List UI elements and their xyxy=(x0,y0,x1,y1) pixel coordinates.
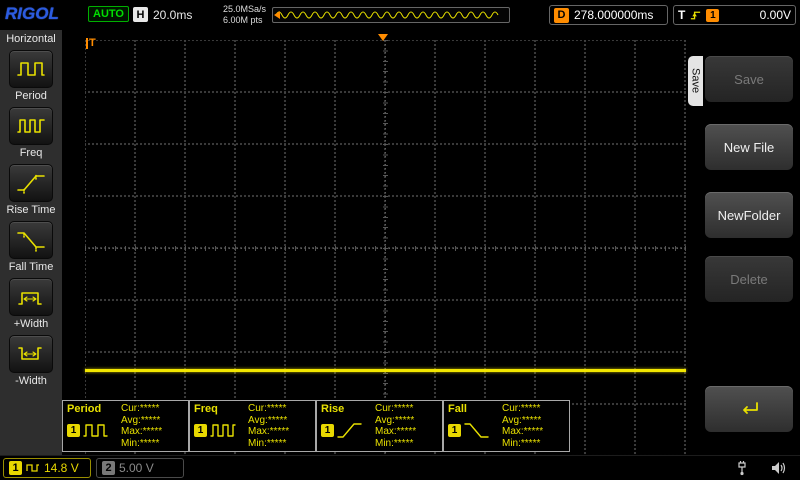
speaker-icon xyxy=(772,462,786,474)
measurement-cur: Cur:***** xyxy=(502,403,541,414)
measurement-avg: Avg:***** xyxy=(121,414,161,426)
preview-wave-icon xyxy=(275,11,499,19)
channel2-badge: 2 xyxy=(102,461,115,475)
measurement-min: Min:***** xyxy=(248,437,287,449)
measurement-name: Freq xyxy=(194,403,218,415)
measurement-rise: Rise 1 Cur:***** Avg:***** Max:***** Min… xyxy=(316,400,443,452)
delay-readout: D 278.000000ms xyxy=(549,5,668,25)
return-button[interactable] xyxy=(705,386,793,432)
horizontal-scale-readout: H 20.0ms xyxy=(133,7,192,22)
channel1-wave-icon xyxy=(26,464,39,472)
measurement-period: Period 1 Cur:***** Avg:***** Max:***** M… xyxy=(62,400,189,452)
rigol-logo: RIGOL xyxy=(5,4,59,23)
channel1-badge: 1 xyxy=(9,461,22,475)
trigger-label: T xyxy=(678,8,686,22)
plus-width-icon xyxy=(18,292,42,305)
sidebar-item-plus-width[interactable]: +Width xyxy=(0,278,62,330)
measurement-panel: Period 1 Cur:***** Avg:***** Max:***** M… xyxy=(62,400,572,452)
usb-icon xyxy=(738,461,746,476)
top-bar: RIGOL AUTO H 20.0ms 25.0MSa/s 6.00M pts … xyxy=(0,0,800,30)
measurement-avg: Avg:***** xyxy=(502,414,542,426)
oscilloscope-screen: RIGOL AUTO H 20.0ms 25.0MSa/s 6.00M pts … xyxy=(0,0,800,480)
return-icon xyxy=(743,402,758,414)
measurement-max: Max:***** xyxy=(121,426,163,437)
horizontal-scale-value: 20.0ms xyxy=(153,7,193,22)
d-badge: D xyxy=(554,7,569,23)
sidebar-item-freq[interactable]: Freq xyxy=(0,107,62,159)
period-icon xyxy=(17,62,45,76)
fall-time-icon xyxy=(17,232,45,252)
measurement-max: Max:***** xyxy=(248,426,290,437)
sidebar-item-label: -Width xyxy=(15,375,47,387)
measurement-max: Max:***** xyxy=(502,426,544,437)
rise-time-icon xyxy=(17,174,45,194)
channel1-status[interactable]: 1 14.8 V xyxy=(3,458,91,478)
trigger-readout: T 1 0.00V xyxy=(673,5,796,25)
measurement-cur: Cur:***** xyxy=(248,403,287,414)
delete-button[interactable]: Delete xyxy=(705,256,793,302)
channel2-status[interactable]: 2 5.00 V xyxy=(96,458,184,478)
display-area: T Period 1 Cur:***** Avg:***** Max:*****… xyxy=(62,30,688,457)
sidebar-item-fall-time[interactable]: Fall Time xyxy=(0,221,62,273)
bottom-bar: 1 14.8 V 2 5.00 V xyxy=(0,455,800,480)
sidebar-item-label: Rise Time xyxy=(6,204,56,216)
measurement-min: Min:***** xyxy=(502,437,541,449)
left-sidebar: Horizontal Period Freq Rise Time Fall Ti… xyxy=(0,30,62,455)
save-button[interactable]: Save xyxy=(705,56,793,102)
channel1-scale: 14.8 V xyxy=(44,461,79,475)
acquisition-info: 25.0MSa/s 6.00M pts xyxy=(223,4,266,26)
freq-icon xyxy=(17,119,45,133)
preview-position-marker xyxy=(274,11,280,19)
new-folder-button[interactable]: NewFolder xyxy=(705,192,793,238)
new-file-button[interactable]: New File xyxy=(705,124,793,170)
sidebar-title: Horizontal xyxy=(6,33,56,45)
sidebar-item-label: Freq xyxy=(19,147,43,159)
channel-1-badge: 1 xyxy=(194,423,207,437)
waveform-preview[interactable] xyxy=(272,7,510,23)
sidebar-item-label: Period xyxy=(15,90,47,102)
channel1-trace xyxy=(85,369,686,372)
measurement-cur: Cur:***** xyxy=(121,403,160,414)
channel-1-badge: 1 xyxy=(448,423,461,437)
trigger-source-badge: 1 xyxy=(706,8,720,22)
channel2-scale: 5.00 V xyxy=(119,461,154,475)
sidebar-item-period[interactable]: Period xyxy=(0,50,62,102)
measurement-name: Rise xyxy=(321,403,345,415)
trigger-slope-icon xyxy=(691,11,701,20)
delay-value: 278.000000ms xyxy=(574,8,654,22)
measurement-min: Min:***** xyxy=(375,437,414,449)
measurement-name: Fall xyxy=(448,403,467,415)
measurement-freq: Freq 1 Cur:***** Avg:***** Max:***** Min… xyxy=(189,400,316,452)
run-status-badge: AUTO xyxy=(88,6,129,22)
period-icon xyxy=(83,424,108,437)
minus-width-icon xyxy=(18,347,42,360)
sidebar-item-rise-time[interactable]: Rise Time xyxy=(0,164,62,216)
trigger-position-icon xyxy=(378,34,388,41)
freq-icon xyxy=(210,424,236,437)
sidebar-item-minus-width[interactable]: -Width xyxy=(0,335,62,387)
measurement-max: Max:***** xyxy=(375,426,417,437)
h-badge: H xyxy=(133,7,148,22)
memory-depth: 6.00M pts xyxy=(223,15,263,25)
measurement-avg: Avg:***** xyxy=(375,414,415,426)
sample-rate: 25.0MSa/s xyxy=(223,4,267,14)
measurement-avg: Avg:***** xyxy=(248,414,288,426)
right-menu: Save Save New File NewFolder Delete xyxy=(688,30,800,455)
rise-icon xyxy=(337,423,362,438)
measurement-name: Period xyxy=(67,403,102,415)
sidebar-item-label: +Width xyxy=(13,318,49,330)
measurement-min: Min:***** xyxy=(121,437,160,449)
channel-1-badge: 1 xyxy=(67,423,80,437)
trigger-corner-marker: T xyxy=(86,38,96,49)
channel-1-badge: 1 xyxy=(321,423,334,437)
menu-tab-save[interactable]: Save xyxy=(688,56,703,106)
measurement-fall: Fall 1 Cur:***** Avg:***** Max:***** Min… xyxy=(443,400,570,452)
measurement-cur: Cur:***** xyxy=(375,403,414,414)
sidebar-item-label: Fall Time xyxy=(8,261,54,273)
trigger-level-value: 0.00V xyxy=(759,8,791,22)
center-vertical-line xyxy=(385,40,386,457)
fall-icon xyxy=(464,423,489,438)
